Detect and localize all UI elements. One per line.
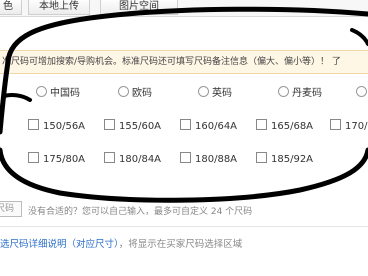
size-checkbox[interactable]: 180/84A — [104, 152, 161, 166]
size-label: 180/88A — [195, 154, 238, 165]
checkbox-box — [330, 119, 341, 130]
tip-text: 准尺码可增加搜索/导购机会。标准尺码还可填写尺码备注信息（偏大、偏小等）！ 了 — [2, 57, 341, 67]
size-checkbox[interactable]: 165/68A — [256, 119, 313, 133]
checkbox-box — [180, 152, 191, 163]
size-label: 155/60A — [119, 121, 162, 132]
size-checkbox[interactable]: 180/88A — [180, 152, 237, 166]
size-help-note: ，将显示在买家尺码选择区域 — [118, 239, 243, 250]
radio-eu-size[interactable]: 欧码 — [118, 86, 152, 100]
size-label: 185/92A — [271, 154, 314, 165]
tab-color[interactable]: 色 — [0, 0, 22, 15]
divider — [0, 226, 368, 227]
checkbox-box — [256, 152, 267, 163]
tab-image-space[interactable]: 图片空间 — [100, 0, 178, 15]
size-label: 175/80A — [43, 154, 86, 165]
tab-bar: 色 本地上传 图片空间 — [0, 0, 368, 17]
size-checkbox[interactable]: A — [0, 152, 3, 164]
hand-drawn-annotation — [0, 6, 368, 203]
size-checkbox[interactable]: 185/92A — [256, 152, 313, 166]
radio-circle — [278, 86, 289, 97]
custom-size-row: 尺码 没有合适的？您可以自己输入，最多可自定义 24 个尺码 — [0, 200, 368, 220]
size-label: A — [0, 119, 3, 130]
radio-uk-size[interactable]: 英码 — [198, 86, 232, 100]
scribble-stroke-right — [350, 28, 368, 46]
checkbox-box — [28, 152, 39, 163]
radio-more-size[interactable] — [356, 86, 368, 100]
size-standard-radio-group: 中国码 欧码 英码 丹麦码 — [0, 80, 368, 104]
checkbox-box — [256, 119, 267, 130]
size-checkbox[interactable]: 160/64A — [180, 119, 237, 133]
size-checkbox[interactable]: 170/ — [330, 119, 367, 133]
radio-circle — [36, 86, 47, 97]
size-help-row: 选尺码详细说明（对应尺寸），将显示在买家尺码选择区域 — [0, 236, 242, 250]
checkbox-box — [28, 119, 39, 130]
size-label: 170/ — [345, 121, 368, 132]
radio-label: 欧码 — [132, 88, 152, 99]
size-tip-banner: 准尺码可增加搜索/导购机会。标准尺码还可填写尺码备注信息（偏大、偏小等）！ 了 — [0, 50, 368, 74]
radio-circle — [356, 86, 367, 97]
radio-label: 中国码 — [50, 88, 80, 99]
size-checkbox[interactable]: A — [0, 119, 3, 131]
size-label: 160/64A — [195, 121, 238, 132]
size-checkbox[interactable]: 175/80A — [28, 152, 85, 166]
checkbox-box — [180, 119, 191, 130]
radio-label: 英码 — [212, 88, 232, 99]
checkbox-box — [104, 119, 115, 130]
radio-circle — [198, 86, 209, 97]
radio-china-size[interactable]: 中国码 — [36, 86, 80, 100]
radio-danish-size[interactable]: 丹麦码 — [278, 86, 322, 100]
size-label: 180/84A — [119, 154, 162, 165]
custom-size-input[interactable]: 尺码 — [0, 201, 22, 217]
size-label: 165/68A — [271, 121, 314, 132]
custom-size-hint: 没有合适的？您可以自己输入，最多可自定义 24 个尺码 — [28, 207, 253, 217]
radio-label: 丹麦码 — [292, 88, 322, 99]
checkbox-box — [104, 152, 115, 163]
size-label: A — [0, 152, 3, 163]
size-checkbox[interactable]: 150/56A — [28, 119, 85, 133]
size-label: 150/56A — [43, 121, 86, 132]
tab-local-upload[interactable]: 本地上传 — [28, 0, 90, 15]
size-help-link[interactable]: 选尺码详细说明（对应尺寸） — [0, 239, 119, 250]
size-checkbox[interactable]: 155/60A — [104, 119, 161, 133]
radio-circle — [118, 86, 129, 97]
